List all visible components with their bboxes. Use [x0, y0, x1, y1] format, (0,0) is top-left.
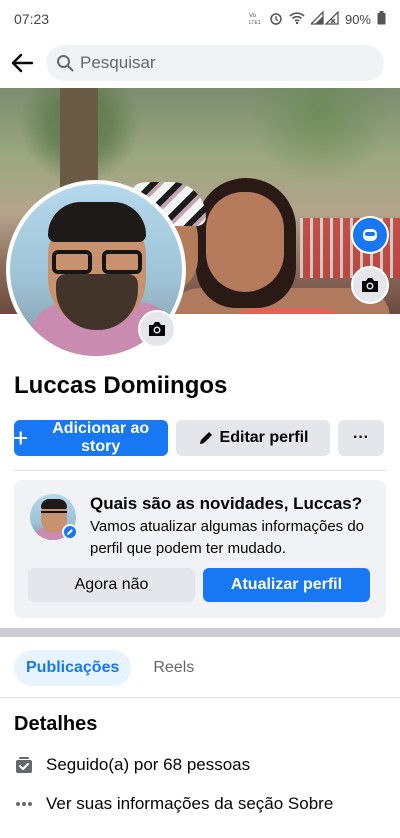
- add-story-label: Adicionar ao story: [52, 420, 150, 455]
- search-icon: [57, 55, 74, 72]
- dots-icon: [14, 794, 34, 814]
- volte-icon: Vo LTE1: [249, 11, 263, 28]
- arrow-left-icon: [11, 53, 33, 73]
- profile-tabs: Publicações Reels: [14, 650, 206, 686]
- signal-icon: [309, 9, 339, 28]
- edit-badge-icon: [62, 524, 78, 540]
- followed-by-row[interactable]: Seguido(a) por 68 pessoas: [14, 755, 250, 775]
- search-input[interactable]: [80, 53, 340, 73]
- alarm-icon: [269, 11, 283, 28]
- wifi-icon: [289, 11, 305, 28]
- add-story-button[interactable]: Adicionar ao story: [14, 420, 168, 456]
- avatar-camera-button[interactable]: [138, 310, 176, 348]
- camera-icon: [362, 278, 378, 292]
- search-box[interactable]: [46, 45, 384, 81]
- followers-icon: [14, 755, 34, 775]
- status-icons: Vo LTE1 90%: [249, 9, 386, 28]
- avatar-frame-icon: [363, 229, 377, 241]
- card-buttons: Agora não Atualizar perfil: [28, 568, 370, 602]
- tab-publicacoes[interactable]: Publicações: [14, 650, 132, 686]
- details-heading: Detalhes: [14, 713, 98, 735]
- more-options-label: ···: [353, 429, 369, 446]
- search-bar: [0, 44, 400, 82]
- tabs-divider: [0, 697, 400, 698]
- cover-avatar-button[interactable]: [351, 216, 389, 254]
- status-time: 07:23: [14, 11, 50, 27]
- about-text: Ver suas informações da seção Sobre: [46, 794, 334, 813]
- back-button[interactable]: [0, 44, 44, 82]
- battery-icon: [377, 10, 386, 28]
- battery-text: 90%: [344, 11, 371, 27]
- card-description: Vamos atualizar algumas informações do p…: [90, 518, 365, 557]
- camera-icon: [149, 322, 165, 336]
- plus-icon: [14, 431, 28, 445]
- more-options-button[interactable]: ···: [338, 420, 384, 456]
- edit-profile-button[interactable]: Editar perfil: [176, 420, 330, 456]
- pencil-icon: [199, 432, 212, 444]
- edit-profile-label: Editar perfil: [219, 429, 309, 446]
- profile-actions: Adicionar ao story Editar perfil ···: [14, 420, 386, 456]
- update-profile-button[interactable]: Atualizar perfil: [203, 568, 370, 602]
- followed-by-text: Seguido(a) por 68 pessoas: [46, 755, 251, 774]
- svg-text:LTE1: LTE1: [249, 20, 261, 25]
- card-title: Quais são as novidades, Luccas?: [90, 494, 363, 513]
- svg-text:Vo: Vo: [249, 13, 257, 19]
- divider: [14, 470, 386, 471]
- about-row[interactable]: Ver suas informações da seção Sobre: [14, 794, 333, 814]
- status-bar: 07:23 Vo LTE1 90%: [0, 0, 400, 38]
- profile-name: Luccas Domiingos: [14, 372, 228, 399]
- section-separator: [0, 628, 400, 637]
- update-profile-card: Quais são as novidades, Luccas? Vamos at…: [14, 480, 386, 618]
- tab-reels[interactable]: Reels: [141, 650, 206, 686]
- cover-camera-button[interactable]: [351, 266, 389, 304]
- not-now-button[interactable]: Agora não: [28, 568, 195, 602]
